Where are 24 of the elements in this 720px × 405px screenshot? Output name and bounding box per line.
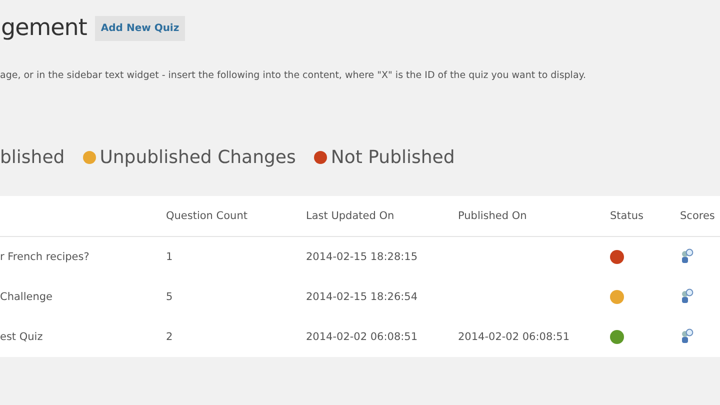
legend-label: Not Published — [330, 147, 455, 168]
table-cell: est Quiz — [0, 331, 43, 343]
column-header: Scores — [680, 210, 715, 222]
scores-icon[interactable] — [680, 248, 694, 264]
instructions-text: age, or in the sidebar text widget - insert the following into the content, where "X" is the ID of the quiz you want to display. — [0, 70, 588, 81]
table-cell: 2 — [166, 331, 173, 343]
table-cell: 2014-02-15 18:28:15 — [306, 251, 418, 263]
table-cell: 1 — [166, 251, 173, 263]
scores-icon[interactable] — [680, 288, 694, 304]
column-header: Last Updated On — [306, 210, 394, 222]
legend-label: Unpublished Changes — [100, 147, 296, 168]
table-cell: Challenge — [0, 291, 52, 303]
add-new-quiz-button[interactable]: Add New Quiz — [94, 16, 186, 40]
table-cell: r French recipes? — [0, 251, 90, 263]
table-cell: 2014-02-15 18:26:54 — [306, 291, 418, 303]
scores-icon[interactable] — [680, 328, 694, 344]
column-header: Published On — [458, 210, 527, 222]
table-cell: 2014-02-02 06:08:51 — [458, 331, 570, 343]
column-header: Status — [610, 210, 644, 222]
column-header: Question Count — [166, 210, 248, 222]
table-cell: 5 — [166, 291, 173, 303]
table-cell: 2014-02-02 06:08:51 — [306, 331, 418, 343]
legend-label: blished — [0, 147, 65, 168]
page-title: gement — [1, 15, 87, 41]
